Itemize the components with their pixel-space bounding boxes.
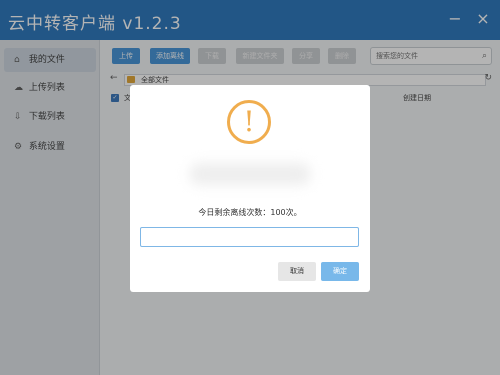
cancel-button[interactable]: 取消 [278, 262, 316, 281]
offline-dialog: ! 今日剩余离线次数：100次。 取消 确定 [130, 85, 370, 292]
confirm-button[interactable]: 确定 [321, 262, 359, 281]
dialog-message: 今日剩余离线次数：100次。 [198, 208, 302, 217]
warning-icon: ! [227, 100, 271, 144]
offline-url-input[interactable] [140, 227, 359, 247]
blurred-region [190, 163, 310, 185]
